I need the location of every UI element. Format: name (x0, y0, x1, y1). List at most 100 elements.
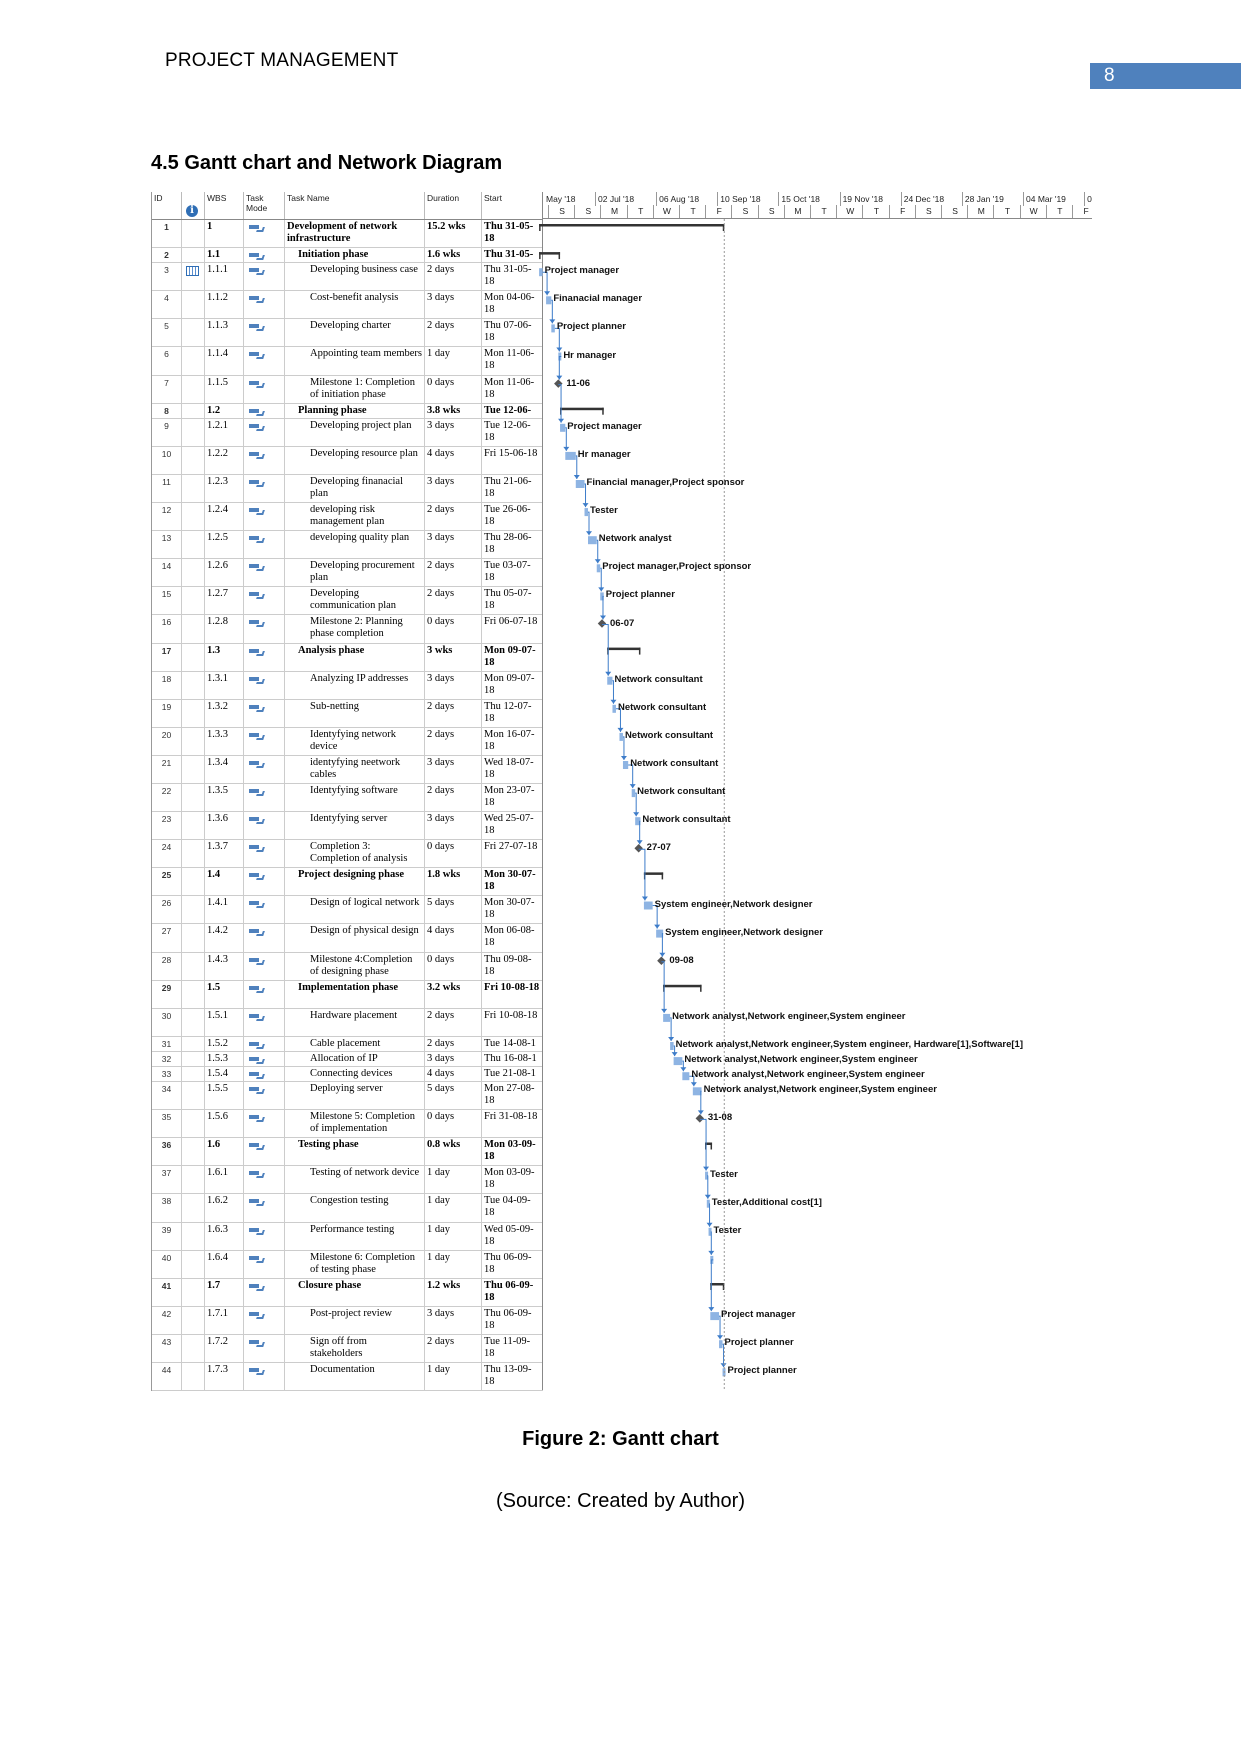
table-row[interactable]: 9 1.2.1 Developing project plan 3 days Tue 1… (152, 418, 543, 447)
table-row[interactable]: 26 1.4.1 Design of logical network 5 days Mo… (152, 896, 543, 925)
task-mode-cell (244, 375, 285, 403)
table-row[interactable]: 11 1.2.3 Developing finanacial plan 3 days T… (152, 474, 543, 504)
task-start: Thu 09-08-18 (482, 952, 543, 980)
table-row[interactable]: 20 1.3.3 Identyfying network device 2 days M… (152, 727, 543, 756)
table-row[interactable]: 5 1.1.3 Developing charter 2 days Thu 07-06-… (152, 319, 543, 348)
task-duration: 4 days (425, 1067, 482, 1082)
indicator-cell (182, 1363, 205, 1391)
indicator-cell (182, 1067, 205, 1082)
table-row[interactable]: 13 1.2.5 developing quality plan 3 days Thu … (152, 531, 543, 560)
task-start: Thu 05-07-18 (482, 587, 543, 615)
indicator-cell (182, 375, 205, 403)
dependency-arrow-icon (582, 503, 589, 508)
table-row[interactable]: 37 1.6.1 Testing of network device 1 day Mon… (152, 1166, 543, 1195)
indicator-cell (182, 952, 205, 980)
table-row[interactable]: 42 1.7.1 Post-project review 3 days Thu 06-0… (152, 1306, 543, 1335)
task-id: 5 (152, 319, 182, 347)
table-row[interactable]: 40 1.6.4 Milestone 6: Completion of testin… (152, 1250, 543, 1279)
dependency-arrow-icon (661, 1008, 668, 1013)
table-row[interactable]: 17 1.3 Analysis phase 3 wks Mon 09-07-18 (152, 643, 543, 672)
task-id: 27 (152, 924, 182, 952)
task-start: Tue 12-06- (482, 403, 543, 418)
task-duration: 1.6 wks (425, 248, 482, 263)
indicator-cell (182, 980, 205, 1008)
table-row[interactable]: 33 1.5.4 Connecting devices 4 days Tue 21-08… (152, 1067, 543, 1083)
auto-scheduled-icon (249, 901, 259, 906)
task-bar (584, 508, 589, 517)
task-name: Analyzing IP addresses (285, 671, 425, 699)
table-row[interactable]: 19 1.3.2 Sub-netting 2 days Thu 12-07-18 (152, 699, 543, 728)
table-row[interactable]: 21 1.3.4 identyfying neetwork cables 3 days… (152, 755, 543, 784)
table-row[interactable]: 25 1.4 Project designing phase 1.8 wks Mon 3… (152, 868, 543, 897)
table-row[interactable]: 10 1.2.2 Developing resource plan 4 days Fri… (152, 446, 543, 475)
document-page: PROJECT MANAGEMENT 8 4.5 Gantt chart and… (0, 0, 1241, 1754)
task-mode-cell (244, 474, 285, 503)
table-row[interactable]: 18 1.3.1 Analyzing IP addresses 3 days Mon 0… (152, 671, 543, 700)
table-row[interactable]: 6 1.1.4 Appointing team members 1 day Mon 11… (152, 347, 543, 376)
table-row[interactable]: 12 1.2.4 developing risk management plan 2 … (152, 503, 543, 532)
info-icon: i (186, 205, 198, 217)
task-id: 31 (152, 1036, 182, 1051)
task-duration: 3.8 wks (425, 403, 482, 418)
task-start: Thu 31-05- (482, 248, 543, 263)
table-row[interactable]: 8 1.2 Planning phase 3.8 wks Tue 12-06- (152, 403, 543, 419)
table-row[interactable]: 30 1.5.1 Hardware placement 2 days Fri 10-08… (152, 1008, 543, 1037)
table-row[interactable]: 41 1.7 Closure phase 1.2 wks Thu 06-09-18 (152, 1278, 543, 1307)
task-mode-cell (244, 559, 285, 587)
table-row[interactable]: 16 1.2.8 Milestone 2: Planning phase compl… (152, 615, 543, 644)
resource-label: Project manager (544, 265, 620, 277)
resource-label: Project manager,Project sponsor (602, 561, 752, 573)
gantt-bars (539, 219, 727, 1390)
task-duration: 1 day (425, 347, 482, 375)
resource-label: Network consultant (624, 729, 714, 741)
task-id: 1 (152, 220, 182, 248)
table-row[interactable]: 28 1.4.3 Milestone 4:Completion of designi… (152, 952, 543, 981)
task-name: Cable placement (285, 1036, 425, 1051)
table-row[interactable]: 43 1.7.2 Sign off from stakeholders 2 days T… (152, 1334, 543, 1364)
auto-scheduled-icon (249, 1199, 259, 1204)
dependency-arrow-icon (605, 671, 612, 676)
table-row[interactable]: 14 1.2.6 Developing procurement plan 2 days… (152, 559, 543, 588)
resource-label: Project manager (721, 1309, 796, 1321)
task-start: Fri 06-07-18 (482, 615, 543, 643)
auto-scheduled-icon (249, 1227, 259, 1232)
auto-scheduled-icon (249, 788, 259, 793)
table-row[interactable]: 15 1.2.7 Developing communication plan 2 da… (152, 587, 543, 616)
task-id: 12 (152, 503, 182, 531)
table-row[interactable]: 39 1.6.3 Performance testing 1 day Wed 05-09… (152, 1222, 543, 1251)
table-body: 1 1 Development of network infrastructure 1… (152, 220, 543, 1392)
table-row[interactable]: 22 1.3.5 Identyfying software 2 days Mon 23-… (152, 783, 543, 813)
table-row[interactable]: 3 1.1.1 Developing business case 2 days Thu … (152, 263, 543, 292)
column-header-duration: Duration (425, 192, 482, 219)
column-header-task-name: Task Name (285, 192, 425, 219)
table-row[interactable]: 24 1.3.7 Completion 3: Completion of analy… (152, 840, 543, 869)
table-row[interactable]: 32 1.5.3 Allocation of IP 3 days Thu 16-08-1 (152, 1051, 543, 1067)
table-row[interactable]: 4 1.1.2 Cost-benefit analysis 3 days Mon 04-… (152, 291, 543, 320)
table-row[interactable]: 29 1.5 Implementation phase 3.2 wks Fri 10-0… (152, 980, 543, 1009)
table-row[interactable]: 38 1.6.2 Congestion testing 1 day Tue 04-09-… (152, 1194, 543, 1223)
table-row[interactable]: 1 1 Development of network infrastructure 1… (152, 220, 543, 249)
resource-label: Project planner (556, 321, 626, 333)
dependency-arrow-icon (659, 952, 666, 957)
table-row[interactable]: 36 1.6 Testing phase 0.8 wks Mon 03-09-18 (152, 1138, 543, 1167)
table-row[interactable]: 7 1.1.5 Milestone 1: Completion of initiat… (152, 375, 543, 404)
task-bar (663, 1013, 671, 1022)
task-duration: 2 days (425, 1008, 482, 1036)
task-mode-cell (244, 755, 285, 783)
table-row[interactable]: 44 1.7.3 Documentation 1 day Thu 13-09-18 (152, 1363, 543, 1392)
task-duration: 3 days (425, 755, 482, 783)
auto-scheduled-icon (249, 704, 259, 709)
table-row[interactable]: 31 1.5.2 Cable placement 2 days Tue 14-08-1 (152, 1036, 543, 1052)
table-row[interactable]: 34 1.5.5 Deploying server 5 days Mon 27-08-1… (152, 1082, 543, 1111)
task-name: Closure phase (285, 1278, 425, 1306)
task-wbs: 1.7 (205, 1278, 244, 1306)
table-row[interactable]: 27 1.4.2 Design of physical design 4 days Mo… (152, 924, 543, 953)
dependency-arrow-icon (654, 924, 661, 929)
task-duration: 3 days (425, 671, 482, 699)
table-row[interactable]: 35 1.5.6 Milestone 5: Completion of implem… (152, 1110, 543, 1139)
resource-label: Hr manager (563, 349, 617, 361)
task-id: 36 (152, 1138, 182, 1166)
table-row[interactable]: 2 1.1 Initiation phase 1.6 wks Thu 31-05- (152, 248, 543, 264)
table-row[interactable]: 23 1.3.6 Identyfying server 3 days Wed 25-07… (152, 812, 543, 841)
task-wbs: 1.2.2 (205, 446, 244, 474)
